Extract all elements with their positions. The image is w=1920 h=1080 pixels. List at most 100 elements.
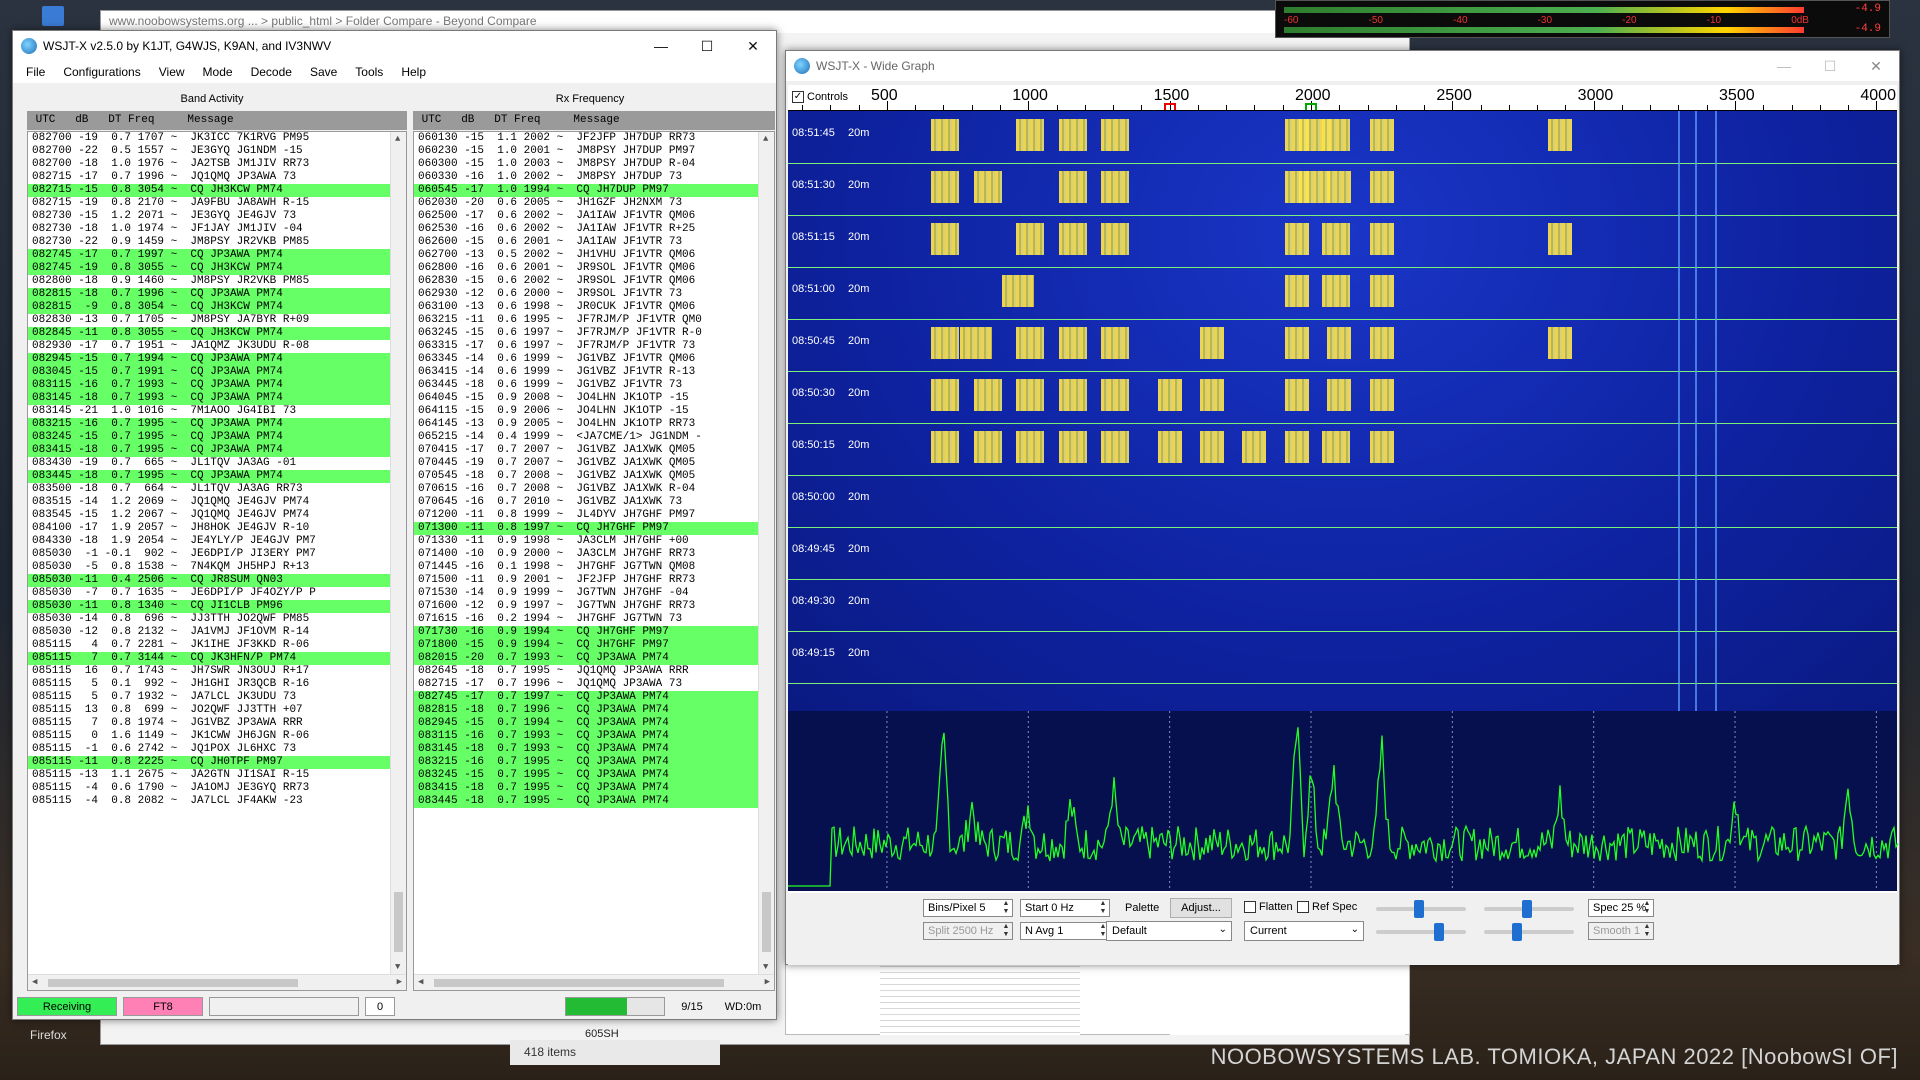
decode-row[interactable]: 064045 -15 0.9 2008 ~ JO4LHN JK1OTP -15 xyxy=(414,392,758,405)
decode-row[interactable]: 082745 -17 0.7 1997 ~ CQ JP3AWA PM74 xyxy=(414,691,758,704)
band-activity-hscroll-thumb[interactable] xyxy=(48,979,298,987)
decode-row[interactable]: 083145 -18 0.7 1993 ~ CQ JP3AWA PM74 xyxy=(414,743,758,756)
decode-row[interactable]: 085030 -11 0.8 1340 ~ CQ JI1CLB PM96 xyxy=(28,600,390,613)
decode-row[interactable]: 085115 5 0.1 992 ~ JH1GHI JR3QCB R-16 xyxy=(28,678,390,691)
scroll-down-icon[interactable]: ▼ xyxy=(395,962,400,972)
spin-arrows-icon[interactable]: ▲ ▼ xyxy=(1641,900,1653,916)
bins-per-pixel-field[interactable]: Bins/Pixel 5 ▲ ▼ xyxy=(923,899,1013,917)
decode-row[interactable]: 082815 -18 0.7 1996 ~ CQ JP3AWA PM74 xyxy=(28,288,390,301)
decode-row[interactable]: 082730 -22 0.9 1459 ~ JM8PSY JR2VKB PM85 xyxy=(28,236,390,249)
spin-arrows-icon[interactable]: ▲ ▼ xyxy=(1000,900,1012,916)
decode-row[interactable]: 082700 -22 0.5 1557 ~ JE3GYQ JG1NDM -15 xyxy=(28,145,390,158)
zero-slider[interactable] xyxy=(1484,900,1574,918)
decode-row[interactable]: 064145 -13 0.9 2005 ~ JO4LHN JK1OTP RR73 xyxy=(414,418,758,431)
decode-row[interactable]: 082815 -18 0.7 1996 ~ CQ JP3AWA PM74 xyxy=(414,704,758,717)
spectrum-gain-slider[interactable] xyxy=(1376,923,1466,941)
decode-row[interactable]: 063245 -15 0.6 1997 ~ JF7RJM/P JF1VTR R-… xyxy=(414,327,758,340)
decode-row[interactable]: 062830 -15 0.6 2002 ~ JR9SOL JF1VTR QM06 xyxy=(414,275,758,288)
decode-row[interactable]: 070415 -17 0.7 2007 ~ JG1VBZ JA1XWK QM05 xyxy=(414,444,758,457)
decode-row[interactable]: 083445 -18 0.7 1995 ~ CQ JP3AWA PM74 xyxy=(28,470,390,483)
decode-row[interactable]: 085115 -1 0.6 2742 ~ JQ1POX JL6HXC 73 xyxy=(28,743,390,756)
menu-configurations[interactable]: Configurations xyxy=(54,65,149,79)
decode-row[interactable]: 085115 7 0.7 3144 ~ CQ JK3HFN/P PM74 xyxy=(28,652,390,665)
decode-row[interactable]: 071600 -12 0.9 1997 ~ JG7TWN JH7GHF RR73 xyxy=(414,600,758,613)
decode-row[interactable]: 082715 -15 0.8 3054 ~ CQ JH3KCW PM74 xyxy=(28,184,390,197)
decode-row[interactable]: 060545 -17 1.0 1994 ~ CQ JH7DUP PM97 xyxy=(414,184,758,197)
decode-row[interactable]: 071530 -14 0.9 1999 ~ JG7TWN JH7GHF -04 xyxy=(414,587,758,600)
decode-row[interactable]: 085030 -11 0.4 2506 ~ CQ JR8SUM QN03 xyxy=(28,574,390,587)
minimize-button[interactable]: — xyxy=(638,31,684,61)
decode-row[interactable]: 083115 -16 0.7 1993 ~ CQ JP3AWA PM74 xyxy=(414,730,758,743)
decode-row[interactable]: 070545 -18 0.7 2008 ~ JG1VBZ JA1XWK QM05 xyxy=(414,470,758,483)
decode-row[interactable]: 084330 -18 1.9 2054 ~ JE4YLY/P JE4GJV PM… xyxy=(28,535,390,548)
scroll-up-icon[interactable]: ▲ xyxy=(763,134,768,144)
decode-row[interactable]: 082845 -11 0.8 3055 ~ CQ JH3KCW PM74 xyxy=(28,327,390,340)
decode-row[interactable]: 071200 -11 0.8 1999 ~ JL4DYV JH7GHF PM97 xyxy=(414,509,758,522)
band-activity-vscroll[interactable]: ▲ ▼ xyxy=(390,132,406,974)
rx-frequency-vscroll-thumb[interactable] xyxy=(762,892,771,952)
decode-row[interactable]: 082700 -19 0.7 1707 ~ JK3ICC 7K1RVG PM95 xyxy=(28,132,390,145)
decode-row[interactable]: 082745 -17 0.7 1997 ~ CQ JP3AWA PM74 xyxy=(28,249,390,262)
decode-row[interactable]: 085115 13 0.8 699 ~ JO2QWF JJ3TTH +07 xyxy=(28,704,390,717)
scroll-up-icon[interactable]: ▲ xyxy=(395,134,400,144)
spin-arrows-icon[interactable]: ▲ ▼ xyxy=(1097,900,1109,916)
spec-percent-field[interactable]: Spec 25 % ▲ ▼ xyxy=(1588,899,1654,917)
decode-row[interactable]: 082730 -15 1.2 2071 ~ JE3GYQ JE4GJV 73 xyxy=(28,210,390,223)
decode-row[interactable]: 060130 -15 1.1 2002 ~ JF2JFP JH7DUP RR73 xyxy=(414,132,758,145)
decode-row[interactable]: 071800 -15 0.9 1994 ~ CQ JH7GHF PM97 xyxy=(414,639,758,652)
band-activity-hscroll[interactable]: ◀ ▶ xyxy=(28,974,406,990)
menu-mode[interactable]: Mode xyxy=(194,65,242,79)
scroll-down-icon[interactable]: ▼ xyxy=(763,962,768,972)
decode-row[interactable]: 082715 -17 0.7 1996 ~ JQ1QMQ JP3AWA 73 xyxy=(28,171,390,184)
decode-row[interactable]: 083445 -18 0.7 1995 ~ CQ JP3AWA PM74 xyxy=(414,795,758,808)
decode-row[interactable]: 085115 -4 0.6 1790 ~ JA1OMJ JE3GYQ RR73 xyxy=(28,782,390,795)
decode-row[interactable]: 063415 -14 0.6 1999 ~ JG1VBZ JF1VTR R-13 xyxy=(414,366,758,379)
decode-row[interactable]: 083515 -14 1.2 2069 ~ JQ1QMQ JE4GJV PM74 xyxy=(28,496,390,509)
zero-slider-knob[interactable] xyxy=(1522,900,1532,918)
decode-row[interactable]: 070645 -16 0.7 2010 ~ JG1VBZ JA1XWK 73 xyxy=(414,496,758,509)
decode-row[interactable]: 071615 -16 0.2 1994 ~ JH7GHF JG7TWN 73 xyxy=(414,613,758,626)
maximize-button[interactable]: ☐ xyxy=(684,31,730,61)
adjust-palette-button[interactable]: Adjust... xyxy=(1170,898,1232,918)
wide-graph-display[interactable]: ✓ Controls 500 1000 1500 2000 2500 3000 3500 40… xyxy=(788,85,1899,941)
menu-decode[interactable]: Decode xyxy=(242,65,301,79)
decode-row[interactable]: 082945 -15 0.7 1994 ~ CQ JP3AWA PM74 xyxy=(28,353,390,366)
scroll-left-icon[interactable]: ◀ xyxy=(32,977,37,987)
decode-row[interactable]: 063445 -18 0.6 1999 ~ JG1VBZ JF1VTR 73 xyxy=(414,379,758,392)
decode-row[interactable]: 085115 7 0.8 1974 ~ JG1VBZ JP3AWA RRR xyxy=(28,717,390,730)
decode-row[interactable]: 070445 -19 0.7 2007 ~ JG1VBZ JA1XWK QM05 xyxy=(414,457,758,470)
decode-row[interactable]: 063315 -17 0.6 1997 ~ JF7RJM/P JF1VTR 73 xyxy=(414,340,758,353)
decode-row[interactable]: 062530 -16 0.6 2002 ~ JA1IAW JF1VTR R+25 xyxy=(414,223,758,236)
decode-row[interactable]: 082930 -17 0.7 1951 ~ JA1QMZ JK3UDU R-08 xyxy=(28,340,390,353)
decode-row[interactable]: 085115 4 0.7 2281 ~ JK1IHE JF3KKD R-06 xyxy=(28,639,390,652)
close-button[interactable]: ✕ xyxy=(730,31,776,61)
decode-row[interactable]: 060300 -15 1.0 2003 ~ JM8PSY JH7DUP R-04 xyxy=(414,158,758,171)
decode-row[interactable]: 082830 -13 0.7 1705 ~ JM8PSY JA7BYR R+09 xyxy=(28,314,390,327)
decode-row[interactable]: 083115 -16 0.7 1993 ~ CQ JP3AWA PM74 xyxy=(28,379,390,392)
decode-row[interactable]: 083245 -15 0.7 1995 ~ CQ JP3AWA PM74 xyxy=(28,431,390,444)
spectrum-mode-select[interactable]: Current ⌄ xyxy=(1244,921,1364,941)
decode-row[interactable]: 085115 0 1.6 1149 ~ JK1CWW JH6JGN R-06 xyxy=(28,730,390,743)
decode-row[interactable]: 083215 -16 0.7 1995 ~ CQ JP3AWA PM74 xyxy=(28,418,390,431)
gain-slider[interactable] xyxy=(1376,900,1466,918)
decode-row[interactable]: 085030 -7 0.7 1635 ~ JE6DPI/P JF4OZY/P P xyxy=(28,587,390,600)
decode-row[interactable]: 083545 -15 1.2 2067 ~ JQ1QMQ JE4GJV PM74 xyxy=(28,509,390,522)
ref-spec-checkbox-box[interactable] xyxy=(1297,901,1309,913)
scroll-left-icon[interactable]: ◀ xyxy=(418,977,423,987)
decode-row[interactable]: 082800 -18 0.9 1460 ~ JM8PSY JR2VKB PM85 xyxy=(28,275,390,288)
decode-row[interactable]: 085030 -5 0.8 1538 ~ 7N4KQM JH5HPJ R+13 xyxy=(28,561,390,574)
menu-file[interactable]: File xyxy=(17,65,54,79)
start-frequency-field[interactable]: Start 0 Hz ▲ ▼ xyxy=(1020,899,1110,917)
band-activity-list[interactable]: 082700 -19 0.7 1707 ~ JK3ICC 7K1RVG PM95… xyxy=(27,131,407,991)
spectrum-zero-knob[interactable] xyxy=(1512,923,1522,941)
decode-row[interactable]: 084100 -17 1.9 2057 ~ JH8HOK JE4GJV R-10 xyxy=(28,522,390,535)
decode-row[interactable]: 062600 -15 0.6 2001 ~ JA1IAW JF1VTR 73 xyxy=(414,236,758,249)
rx-frequency-vscroll[interactable]: ▲ ▼ xyxy=(758,132,774,974)
scroll-right-icon[interactable]: ▶ xyxy=(397,977,402,987)
rx-marker-icon[interactable] xyxy=(1163,103,1176,110)
palette-select[interactable]: Default ⌄ xyxy=(1106,921,1232,941)
decode-row[interactable]: 085115 -11 0.8 2225 ~ CQ JH0TPF PM97 xyxy=(28,756,390,769)
waterfall[interactable]: 08:51:45 20m 08:51:30 20m 08:51:15 20m 08:51:0… xyxy=(788,111,1897,711)
controls-checkbox[interactable]: ✓ Controls xyxy=(792,91,848,103)
band-activity-vscroll-thumb[interactable] xyxy=(394,892,403,952)
